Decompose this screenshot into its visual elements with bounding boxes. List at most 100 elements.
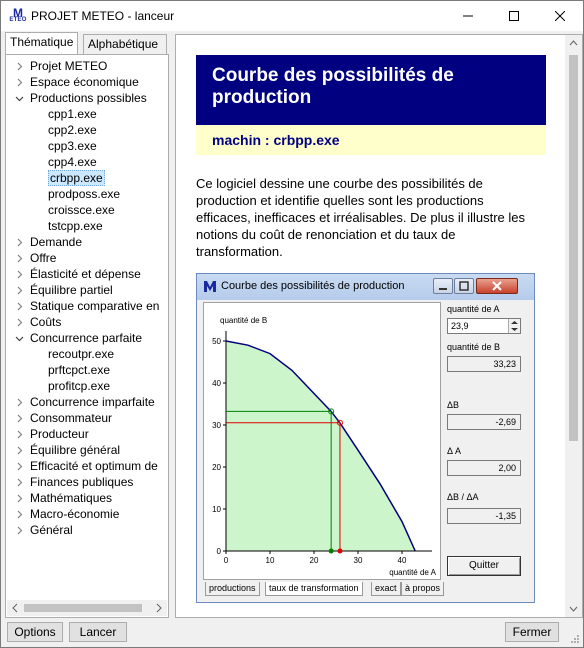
tree-item-label: Projet METEO xyxy=(30,59,108,73)
chevron-down-icon[interactable] xyxy=(14,90,24,106)
tree-item-label: recoutpr.exe xyxy=(48,347,115,361)
description-pane: Courbe des possibilités de production ma… xyxy=(175,34,583,618)
delta-b-label: ΔB xyxy=(447,400,460,410)
meteo-logo-icon xyxy=(203,279,217,293)
resize-grip-icon[interactable] xyxy=(569,633,581,645)
qb-value: 33,23 xyxy=(447,356,521,372)
feasible-region xyxy=(226,341,416,551)
tree-item-label: Coûts xyxy=(30,315,62,329)
y-axis-label: quantité de B xyxy=(220,316,267,325)
chevron-right-icon[interactable] xyxy=(14,410,24,426)
x-tick-label: 20 xyxy=(310,556,319,565)
y-tick-label: 40 xyxy=(212,379,221,388)
tree-item-label: Équilibre général xyxy=(30,443,121,457)
y-tick-label: 30 xyxy=(212,421,221,430)
delta-a-label: Δ A xyxy=(447,446,462,456)
chevron-right-icon[interactable] xyxy=(14,234,24,250)
doc-subtitle: machin : crbpp.exe xyxy=(196,125,546,155)
launch-button[interactable]: Lancer xyxy=(69,622,127,642)
ratio-label: ΔB / ΔA xyxy=(447,492,479,502)
chevron-right-icon[interactable] xyxy=(14,394,24,410)
chevron-right-icon[interactable] xyxy=(14,314,24,330)
quit-button: Quitter xyxy=(447,556,521,576)
spin-arrows-icon xyxy=(508,319,520,333)
scroll-up-icon xyxy=(569,40,578,46)
tree-item-label: Demande xyxy=(30,235,83,249)
chevron-right-icon[interactable] xyxy=(14,58,24,74)
chevron-right-icon[interactable] xyxy=(14,426,24,442)
inner-tab-taux: taux de transformation xyxy=(265,582,363,596)
horizontal-scrollbar[interactable] xyxy=(7,600,167,616)
tree-item-label: Mathématiques xyxy=(30,491,113,505)
title-bar: M ETEO PROJET METEO - lanceur xyxy=(1,1,583,31)
chevron-right-icon[interactable] xyxy=(14,74,24,90)
green-axis-marker xyxy=(328,548,334,554)
tab-strip: Thématique Alphabétique xyxy=(5,32,169,54)
delta-a-value: 2,00 xyxy=(447,460,521,476)
horizontal-scroll-thumb[interactable] xyxy=(24,604,142,612)
qa-label: quantité de A xyxy=(447,304,500,314)
qa-value: 23,9 xyxy=(451,321,469,331)
scroll-right-icon xyxy=(156,603,162,613)
x-tick-label: 0 xyxy=(224,556,229,565)
ppf-chart: 0 10 20 30 40 50 0 10 20 30 40 quantité de B quantit… xyxy=(203,302,441,580)
tree-item-label: crbpp.exe xyxy=(48,170,105,186)
x-tick-label: 30 xyxy=(354,556,363,565)
chevron-right-icon[interactable] xyxy=(14,522,24,538)
tree-item-label: Espace économique xyxy=(30,75,139,89)
inner-tab-productions: productions xyxy=(205,582,260,596)
tree-item-label: cpp1.exe xyxy=(48,107,97,121)
tree-item-label: Productions possibles xyxy=(30,91,147,105)
chevron-right-icon[interactable] xyxy=(14,282,24,298)
program-tree[interactable]: Projet METEO Espace économique Productions… xyxy=(5,54,169,618)
inner-tab-a-propos: à propos xyxy=(401,582,445,596)
ppf-chart-svg: 0 10 20 30 40 50 0 10 20 30 40 quantité de B quantit… xyxy=(212,316,437,577)
values-panel: quantité de A 23,9 quantité de B 33,23 Δ… xyxy=(447,302,527,580)
tab-alphabetique[interactable]: Alphabétique xyxy=(83,34,167,54)
maximize-button[interactable] xyxy=(491,1,537,31)
inner-tab-exact: exact xyxy=(371,582,401,596)
close-icon xyxy=(555,11,565,21)
minimize-icon xyxy=(463,15,473,17)
qa-spinner: 23,9 xyxy=(447,318,521,334)
tree-item-label: Macro-économie xyxy=(30,507,120,521)
chevron-right-icon[interactable] xyxy=(14,250,24,266)
inner-minimize-icon xyxy=(433,278,453,294)
scroll-down-icon xyxy=(569,606,578,612)
tab-thematique[interactable]: Thématique xyxy=(5,32,79,54)
x-axis-label: quantité de A xyxy=(389,568,436,577)
close-window-button[interactable]: Fermer xyxy=(505,622,559,642)
y-tick-label: 50 xyxy=(212,337,221,346)
delta-b-value: -2,69 xyxy=(447,414,521,430)
tree-item-label: Efficacité et optimum de xyxy=(30,459,158,473)
tree-item-label: Offre xyxy=(30,251,57,265)
chevron-right-icon[interactable] xyxy=(14,490,24,506)
chevron-right-icon[interactable] xyxy=(14,298,24,314)
tree-item-label: Élasticité et dépense xyxy=(30,267,141,281)
x-tick-label: 40 xyxy=(398,556,407,565)
chevron-right-icon[interactable] xyxy=(14,506,24,522)
vertical-scrollbar[interactable] xyxy=(565,35,582,617)
tree-item-label: Finances publiques xyxy=(30,475,134,489)
vertical-scroll-thumb[interactable] xyxy=(569,55,578,441)
chevron-right-icon[interactable] xyxy=(14,474,24,490)
scroll-left-icon xyxy=(12,603,18,613)
qb-label: quantité de B xyxy=(447,342,501,352)
tree-item-label: tstcpp.exe xyxy=(48,219,103,233)
tree-item-label: Concurrence imparfaite xyxy=(30,395,155,409)
chevron-right-icon[interactable] xyxy=(14,458,24,474)
meteo-app-icon: M ETEO xyxy=(9,6,27,23)
maximize-icon xyxy=(509,11,519,21)
close-button[interactable] xyxy=(537,1,583,31)
y-tick-label: 10 xyxy=(212,505,221,514)
options-button[interactable]: Options xyxy=(7,622,63,642)
inner-tab-strip: productions taux de transformation exact… xyxy=(205,582,465,598)
y-tick-label: 20 xyxy=(212,463,221,472)
doc-title: Courbe des possibilités de production xyxy=(196,55,546,125)
chevron-right-icon[interactable] xyxy=(14,266,24,282)
minimize-button[interactable] xyxy=(445,1,491,31)
chevron-down-icon[interactable] xyxy=(14,330,24,346)
tree-item-label: Concurrence parfaite xyxy=(30,331,143,345)
chevron-right-icon[interactable] xyxy=(14,442,24,458)
doc-description: Ce logiciel dessine une courbe des possi… xyxy=(196,176,525,259)
